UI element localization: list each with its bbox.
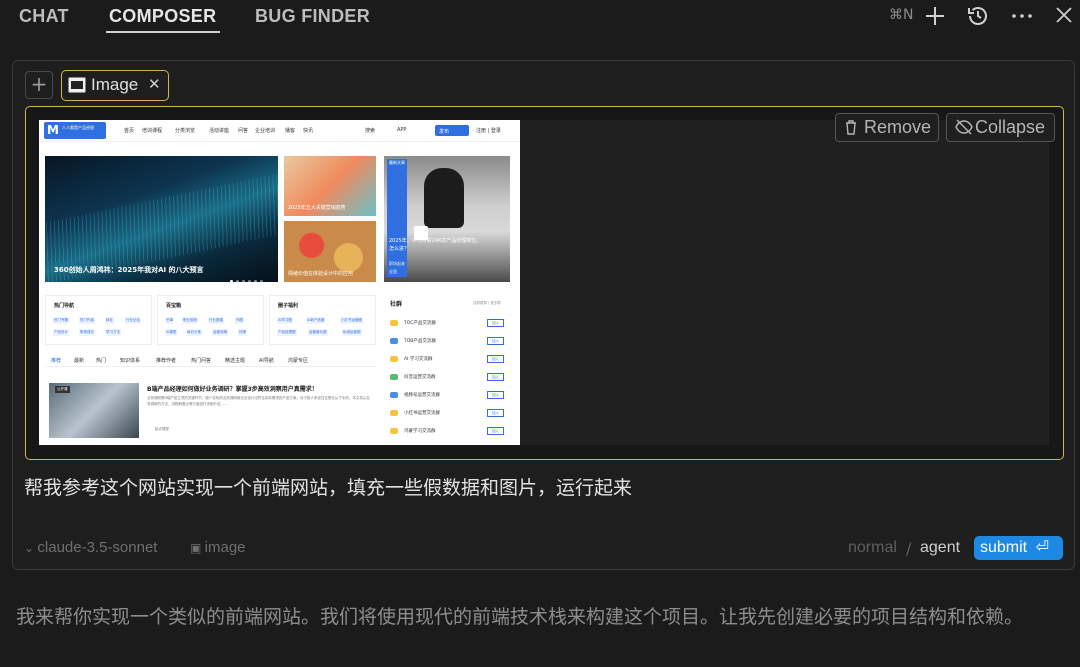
site-tile: 情绪价值在体验设计中的应用 [284,221,376,282]
site-card: 百宝箱 书单 职业规划 行业图谱 作图 AI课堂 每日头条 运营攻略 热榜 [157,295,264,345]
site-navbar: M 人人都是产品经理 首页 培训课程 分类浏览 活动讲座 问答 企业培训 播客 快… [39,120,520,142]
submit-button[interactable]: submit ⏎ [974,536,1063,560]
site-tile: 2025年五大关键营销趋势 [284,156,376,216]
new-shortcut-label: ⌘N [889,7,914,23]
site-logo: M 人人都是产品经理 [44,122,106,139]
site-nav-item: 企业培训 [255,128,276,134]
preview-backdrop [519,120,1049,445]
image-icon: ▣ [190,541,205,555]
site-article-author: 起点课堂 [155,427,169,431]
more-options-button[interactable] [1010,4,1034,33]
site-nav-item: 快讯 [303,128,314,134]
site-nav-item: 播客 [285,128,296,134]
model-name: claude-3.5-sonnet [37,539,158,556]
eye-off-icon [955,114,973,147]
site-community-sidebar: 社群 找群看群 | 更多群 TOC产品交流群 加入 TOB产品交流群 加入 AI 学… [384,295,510,443]
site-nav-item: 分类浏览 [175,128,196,134]
history-icon [968,7,987,25]
collapse-image-button[interactable]: Collapse [946,113,1055,142]
model-selector[interactable]: ⌄ claude-3.5-sonnet [24,539,157,556]
chevron-down-icon: ⌄ [24,541,38,555]
image-attachment-chip[interactable]: Image ✕ [61,70,169,101]
remove-image-button[interactable]: Remove [835,113,939,142]
remove-attachment-button[interactable]: ✕ [148,75,161,93]
add-context-button[interactable]: + [25,71,53,99]
trash-icon [844,114,858,147]
site-search: 搜索 [365,128,376,134]
plus-icon [926,7,944,25]
context-tag: ▣ image [190,539,246,556]
site-nav-item: 培训课程 [142,128,163,134]
site-banner: 360创始人周鸿祎：2025年我对AI 的八大预言 [45,156,278,282]
site-content-tabs: 推荐 最新 热门 知识体系 推荐作者 热门问答 精选主题 AI导航 鸿蒙专区 [45,353,376,367]
feature-source: 全国 [389,269,397,274]
attachment-label: Image [91,75,139,94]
tab-bug-finder[interactable]: BUG FINDER [255,6,370,27]
close-icon [1056,7,1072,23]
collapse-label: Collapse [975,117,1046,137]
more-horizontal-icon [1012,14,1032,18]
site-app: APP [397,127,407,133]
mode-normal-option[interactable]: normal [848,539,897,557]
close-panel-button[interactable] [1053,4,1075,31]
mode-agent-option[interactable]: agent [920,539,960,557]
mode-separator: / [906,539,912,558]
site-nav-item: 活动讲座 [209,128,230,134]
tab-composer[interactable]: COMPOSER [109,6,216,27]
submit-label: submit [980,539,1028,556]
composer-panel: CHAT COMPOSER BUG FINDER ⌘N + Image ✕ M … [0,0,1080,667]
site-feature-tile: 最新文章 2025年，平均月薪24K的产品经理岗位，怎么进？ 职场起来 全国 [384,156,510,282]
prompt-text[interactable]: 帮我参考这个网站实现一个前端网站，填充一些假数据和图片，运行起来 [24,473,632,500]
image-thumbnail-icon [68,77,86,93]
image-preview: M 人人都是产品经理 首页 培训课程 分类浏览 活动讲座 问答 企业培训 播客 快… [25,106,1064,460]
site-nav-item: 首页 [124,128,135,134]
site-article-body: 业务调研是B端产品立项的关键环节，缺少实际的业务调研就无法设计出符合实际需求的产… [147,396,370,406]
tab-chat[interactable]: CHAT [19,6,69,27]
active-tab-underline [106,31,220,33]
site-card: 热门导航 热门专题 热门作者 转社 行业论坛 产品设计 职场成长 学习方法 [45,295,152,345]
top-bar: CHAT COMPOSER BUG FINDER ⌘N [0,0,1080,38]
website-screenshot: M 人人都是产品经理 首页 培训课程 分类浏览 活动讲座 问答 企业培训 播客 快… [39,120,520,445]
carousel-dots [230,268,266,282]
site-article-image: 公开课 [49,383,139,438]
site-article-title: B端产品经理如何做好业务调研？掌握3步高效洞察用户真需求！ [147,386,318,393]
remove-label: Remove [864,117,932,137]
site-nav-item: 问答 [238,128,249,134]
assistant-reply: 我来帮你实现一个类似的前端网站。我们将使用现代的前端技术栈来构建这个项目。让我先… [16,606,1024,628]
site-login: 注册 | 登录 [476,128,501,134]
new-composer-button[interactable] [923,4,947,33]
site-card: 圈子福利 AI学习圈 AI新产品圈 小红书运营圈 产品经理圈 运营增长圈 私域运… [269,295,376,345]
banner-caption: 360创始人周鸿祎：2025年我对AI 的八大预言 [54,266,204,274]
enter-key-icon: ⏎ [1035,539,1049,556]
history-button[interactable] [966,4,990,33]
site-publish-button: 发布 [435,125,469,136]
